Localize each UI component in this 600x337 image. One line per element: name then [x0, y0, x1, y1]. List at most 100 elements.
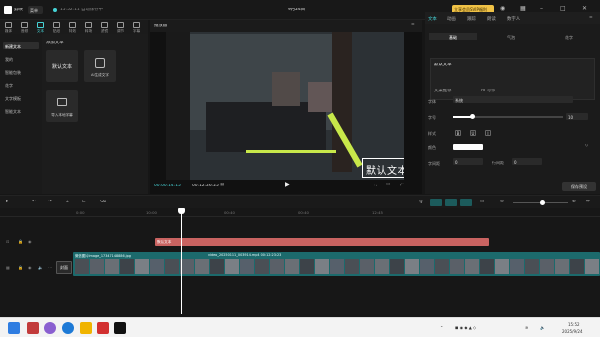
- text-clip-label: 默认文本: [157, 240, 172, 244]
- size-slider-knob[interactable]: [470, 114, 476, 119]
- split-icon[interactable]: ⌶: [66, 200, 69, 204]
- browser-icon[interactable]: [44, 322, 56, 334]
- app-icon-red[interactable]: [27, 322, 39, 334]
- tab-transition[interactable]: 转场: [80, 20, 97, 34]
- linkage-toggle[interactable]: [460, 199, 472, 206]
- menu-button[interactable]: 菜单: [28, 6, 43, 14]
- undo-icon[interactable]: ↶: [32, 200, 36, 204]
- category-mine[interactable]: 我的: [3, 55, 39, 62]
- save-preset-button[interactable]: 保存预设: [562, 182, 596, 191]
- category-smart-text[interactable]: 智能文本: [3, 107, 39, 114]
- cover-button[interactable]: 封面: [56, 261, 72, 274]
- windows-start-icon[interactable]: [8, 322, 20, 334]
- tab-tracking[interactable]: 跟踪: [467, 16, 476, 22]
- wifi-icon[interactable]: ≋: [525, 325, 528, 330]
- clock-time[interactable]: 15:52: [568, 322, 580, 327]
- auto-snap-toggle[interactable]: [445, 199, 457, 206]
- category-new-text[interactable]: 新建文本: [3, 42, 39, 49]
- italic-button[interactable]: I: [485, 130, 491, 136]
- size-input[interactable]: 10: [566, 113, 588, 120]
- ratio-icon[interactable]: ▭: [386, 183, 390, 187]
- clock-date[interactable]: 2025/9/24: [562, 329, 583, 334]
- size-slider[interactable]: [453, 114, 563, 119]
- import-subtitle-card[interactable]: 导入本地字幕: [46, 90, 78, 122]
- delete-icon[interactable]: ⌫: [100, 200, 106, 204]
- main-track-magnet-toggle[interactable]: [430, 199, 442, 206]
- fit-icon[interactable]: ⇔: [586, 200, 590, 204]
- crop-icon[interactable]: ⛶: [374, 183, 377, 187]
- default-text-card[interactable]: 默认文本: [46, 50, 78, 82]
- tab-adjust[interactable]: 调节: [112, 20, 129, 34]
- track-lock-icon[interactable]: 🔒: [18, 265, 23, 270]
- caption-box[interactable]: 默认文本: [362, 158, 404, 178]
- split-left-icon[interactable]: ⊏: [82, 200, 86, 204]
- subtab-basic[interactable]: 基础: [429, 33, 477, 40]
- zoom-out-icon[interactable]: ⊖: [500, 200, 504, 204]
- zoom-in-icon[interactable]: ⊕: [572, 200, 576, 204]
- video-preview[interactable]: 默认文本: [166, 32, 404, 184]
- ruler-tick: 00:40: [224, 210, 235, 215]
- text-content-input[interactable]: 默认文本 文案推荐 AI 写作: [430, 58, 595, 100]
- subtab-fancy[interactable]: 花字: [545, 33, 593, 40]
- player-panel: 播放器 ≡ 默认文本 00:00:14:15 00:12:26:25 ▦ ▶ ⛶…: [150, 20, 422, 194]
- video-clip[interactable]: 微信图片Image_17347148886.jpg video_20250111…: [73, 252, 600, 276]
- ai-write-button[interactable]: AI 写作: [481, 89, 495, 93]
- tab-read[interactable]: 朗读: [487, 16, 496, 22]
- preview-axis-icon[interactable]: ▭: [480, 200, 484, 204]
- playhead[interactable]: [181, 208, 182, 314]
- mic-icon[interactable]: 🎙: [418, 200, 424, 204]
- keyframe-icon[interactable]: ◇: [585, 144, 588, 148]
- tab-subtitle[interactable]: 字幕: [128, 20, 145, 34]
- track-mute-icon[interactable]: 🔈: [38, 265, 43, 270]
- redo-icon[interactable]: ↷: [48, 200, 52, 204]
- line-spacing-input[interactable]: 0: [512, 158, 542, 165]
- tab-animation[interactable]: 动画: [447, 16, 456, 22]
- clip-thumbnail: [540, 259, 554, 274]
- track-eye-icon[interactable]: ◉: [28, 265, 32, 270]
- tab-sticker[interactable]: 贴纸: [48, 20, 65, 34]
- font-select[interactable]: 系统: [453, 96, 573, 103]
- track-more-icon[interactable]: ⋯: [48, 265, 52, 270]
- fullscreen-icon[interactable]: ⤢: [400, 183, 404, 187]
- file-explorer-icon[interactable]: [80, 322, 92, 334]
- tab-text[interactable]: 文本: [32, 20, 49, 34]
- tab-digital-human[interactable]: 数字人: [507, 16, 520, 22]
- volume-icon[interactable]: 🔈: [540, 325, 545, 330]
- copy-suggest-button[interactable]: 文案推荐: [434, 89, 452, 93]
- sticker-icon: [53, 22, 60, 28]
- category-fancy-text[interactable]: 花字: [3, 81, 39, 88]
- lock-icon[interactable]: 🔒: [18, 239, 23, 244]
- more-icon[interactable]: ≡: [411, 23, 415, 27]
- default-text-label: 默认文本: [51, 64, 72, 70]
- text-content-value: 默认文本: [434, 63, 452, 67]
- app-logo-icon: [4, 6, 12, 14]
- text-clip[interactable]: 默认文本: [155, 238, 489, 246]
- bold-button[interactable]: B: [455, 130, 461, 136]
- tab-effects[interactable]: 特效: [64, 20, 81, 34]
- tab-audio[interactable]: 音频: [16, 20, 33, 34]
- edge-icon[interactable]: [62, 322, 74, 334]
- ai-text-card[interactable]: AI生成文字: [84, 50, 116, 82]
- capcut-icon[interactable]: [114, 322, 126, 334]
- tab-filter[interactable]: 滤镜: [96, 20, 113, 34]
- app-icon-media[interactable]: [97, 322, 109, 334]
- subtab-bubble[interactable]: 气泡: [487, 33, 535, 40]
- category-text-template[interactable]: 文字模板: [3, 94, 39, 101]
- color-swatch[interactable]: [453, 144, 483, 150]
- tab-text-props[interactable]: 文本: [428, 16, 437, 22]
- zoom-knob[interactable]: [540, 200, 545, 205]
- playhead-handle[interactable]: [178, 208, 185, 214]
- play-button[interactable]: ▶: [285, 182, 290, 188]
- underline-button[interactable]: U: [470, 130, 476, 136]
- tab-media[interactable]: 媒体: [0, 20, 17, 34]
- clip-thumbnail: [210, 259, 224, 274]
- panel-menu-icon[interactable]: ≡: [589, 16, 593, 20]
- category-smart-pack[interactable]: 智能包装: [3, 68, 39, 75]
- eye-icon[interactable]: ◉: [28, 239, 32, 244]
- spacing-input[interactable]: 0: [453, 158, 483, 165]
- select-icon[interactable]: ▸: [6, 200, 8, 204]
- frames-icon[interactable]: ▦: [220, 183, 224, 187]
- clip-thumbnail: [525, 259, 539, 274]
- tray-arrow-icon[interactable]: ⌃: [440, 325, 443, 330]
- tray-icons[interactable]: ◼ ◉ ◆ ▲ ◇: [455, 325, 476, 330]
